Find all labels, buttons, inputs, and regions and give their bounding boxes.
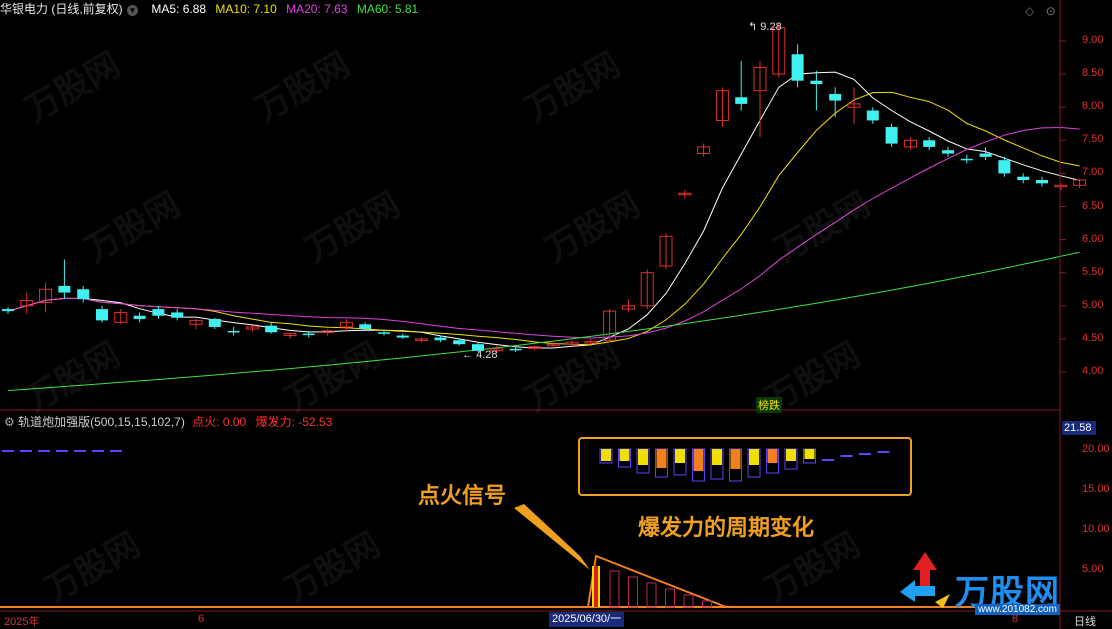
candle-body [302, 333, 315, 336]
price-tick: 5.50 [1082, 265, 1104, 278]
price-tick: 7.50 [1082, 133, 1104, 146]
high-value: 9.28 [760, 21, 782, 33]
fire-decay-bar [628, 576, 638, 608]
candle-body [866, 110, 879, 121]
price-tick: 9.00 [1082, 34, 1104, 46]
candle-body [885, 127, 898, 144]
indicator-tick: 10.00 [1082, 523, 1110, 535]
candle-body [434, 337, 447, 341]
date-cursor: 2025/06/30/一 [549, 612, 625, 627]
high-marker: ↰ 9.28 [748, 21, 782, 33]
fire-signal-label: 点火信号 [418, 483, 507, 508]
period-change-label: 爆发力的周期变化 [638, 515, 815, 540]
candle-body [998, 160, 1011, 174]
candle-body [829, 93, 842, 101]
indicator-tick: 15.00 [1082, 483, 1110, 495]
fire-arrow [514, 504, 590, 570]
price-tick: 5.00 [1082, 298, 1104, 311]
price-tick: 7.00 [1082, 166, 1104, 179]
candle-body [453, 340, 466, 345]
candle-body [58, 285, 71, 293]
brand-url: www.201082.com [975, 604, 1060, 615]
fire-decay-bar [665, 588, 675, 608]
candle-body [942, 150, 954, 154]
candle-body [396, 335, 409, 338]
candle-body [923, 140, 936, 147]
candle-body [1017, 176, 1030, 181]
indicator-tick: 20.00 [1082, 443, 1110, 455]
fire-value: 点火: 0.00 [192, 415, 247, 429]
settings-icon[interactable]: ⚙ [4, 415, 15, 429]
logo-arrow-icon [900, 552, 950, 608]
price-tick: 8.00 [1082, 100, 1104, 113]
burst-value: 爆发力: -52.53 [255, 415, 333, 429]
price-tick: 4.00 [1082, 365, 1104, 377]
fire-decay-bar [609, 570, 620, 608]
fire-triangle [586, 554, 727, 608]
fire-decay-bar [646, 582, 657, 608]
low-marker: ← 4.28 [462, 349, 498, 361]
candle-body [265, 325, 278, 333]
candle-body [810, 80, 823, 85]
candle-body [227, 330, 240, 333]
candle-body [509, 348, 522, 351]
indicator-current-value: 21.58 [1062, 421, 1096, 435]
candle-body [791, 54, 804, 81]
price-tick: 8.50 [1082, 67, 1104, 80]
indicator-tick: 5.00 [1082, 563, 1104, 575]
candle-body [960, 158, 973, 161]
candle-body [1036, 180, 1048, 184]
candle-body [133, 315, 146, 320]
price-axis: 9.00 8.50 8.00 7.50 7.00 6.50 6.00 5.50 5.00 4.50… [1062, 0, 1112, 629]
price-tick: 6.00 [1082, 232, 1104, 245]
candle-body [152, 309, 165, 316]
low-value: 4.28 [476, 349, 498, 361]
candle-body [208, 319, 221, 327]
candle-body [979, 153, 992, 157]
candle-body [171, 312, 184, 318]
candle-body [96, 309, 108, 321]
candle-body [2, 309, 14, 312]
candle-body [378, 332, 390, 334]
indicator-name[interactable]: 轨道炮加强版(500,15,15,102,7) [18, 415, 185, 429]
date-month-6: 6 [198, 613, 205, 625]
period-type[interactable]: 日线 [1074, 613, 1096, 629]
bangdie-tag[interactable]: 榜跌 [756, 397, 782, 413]
period-highlight-box [578, 437, 912, 496]
price-tick: 6.50 [1082, 199, 1104, 212]
candle-body [77, 289, 90, 300]
price-tick: 4.50 [1082, 331, 1104, 344]
fire-pillar-core [594, 566, 598, 607]
fire-decay-bar [683, 594, 694, 608]
date-start: 2025年 [4, 616, 40, 628]
indicator-header: ⚙ 轨道炮加强版(500,15,15,102,7) 点火: 0.00 爆发力: … [4, 413, 332, 430]
candle-body [735, 97, 748, 104]
